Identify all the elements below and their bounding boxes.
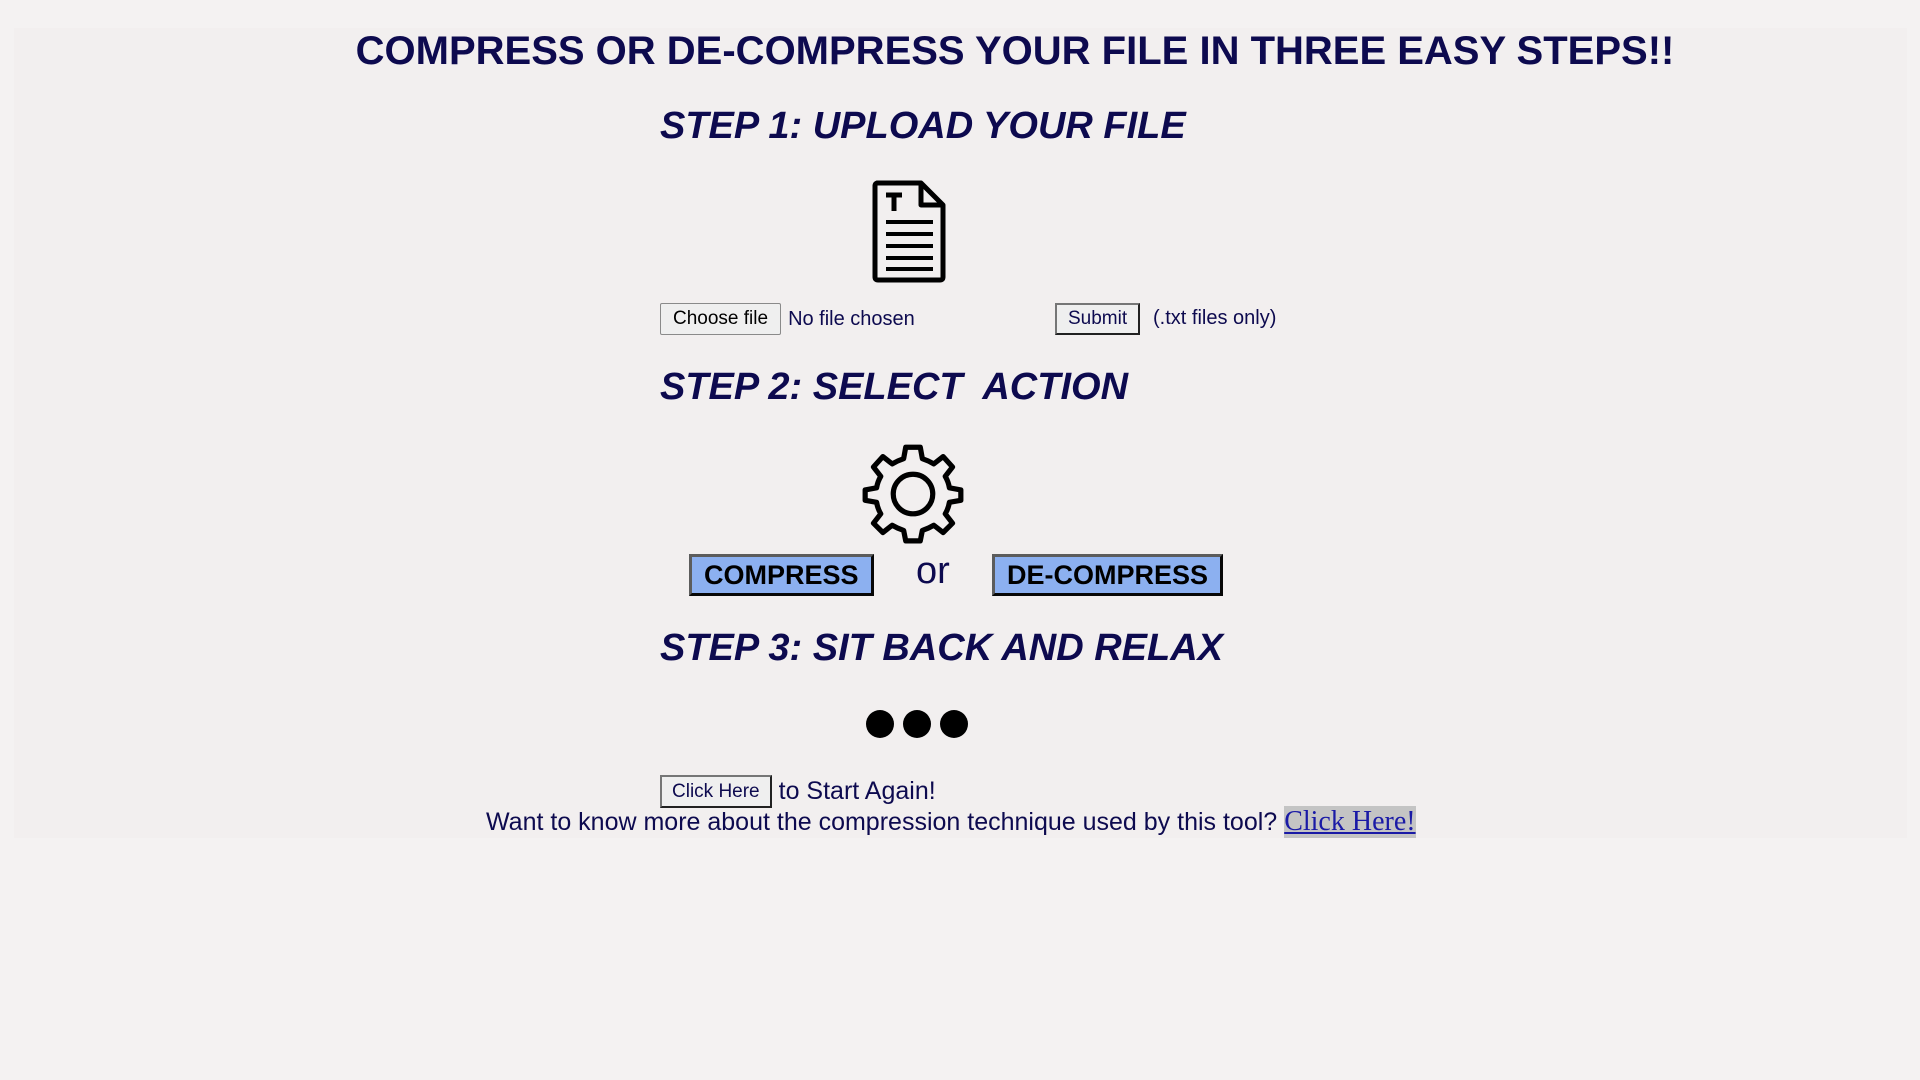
file-type-hint: (.txt files only) <box>1153 307 1277 329</box>
or-separator: or <box>916 550 950 592</box>
file-status-text: No file chosen <box>788 307 915 330</box>
decompress-button[interactable]: DE-COMPRESS <box>992 554 1224 596</box>
learn-more-row: Want to know more about the compression … <box>486 806 1416 838</box>
dot-icon <box>903 710 931 738</box>
step2-heading: STEP 2: SELECT ACTION <box>660 366 1129 408</box>
ellipsis-dots-icon <box>866 710 968 738</box>
dot-icon <box>940 710 968 738</box>
learn-more-link[interactable]: Click Here! <box>1284 806 1416 838</box>
choose-file-button[interactable]: Choose file <box>660 303 782 335</box>
dot-icon <box>866 710 894 738</box>
submit-button[interactable]: Submit <box>1055 303 1141 335</box>
restart-button[interactable]: Click Here <box>660 775 772 808</box>
step1-heading: STEP 1: UPLOAD YOUR FILE <box>660 105 1186 147</box>
step3-heading: STEP 3: SIT BACK AND RELAX <box>660 627 1224 669</box>
compress-button[interactable]: COMPRESS <box>689 554 874 596</box>
restart-row: Click Here to Start Again! <box>660 775 936 808</box>
text-file-icon <box>871 179 947 288</box>
gear-icon <box>861 441 965 550</box>
page: COMPRESS OR DE-COMPRESS YOUR FILE IN THR… <box>0 0 1920 1080</box>
page-title: COMPRESS OR DE-COMPRESS YOUR FILE IN THR… <box>355 29 1675 73</box>
file-chooser[interactable]: Choose file No file chosen <box>660 303 915 335</box>
learn-more-text: Want to know more about the compression … <box>486 808 1278 836</box>
restart-text: to Start Again! <box>778 777 936 805</box>
